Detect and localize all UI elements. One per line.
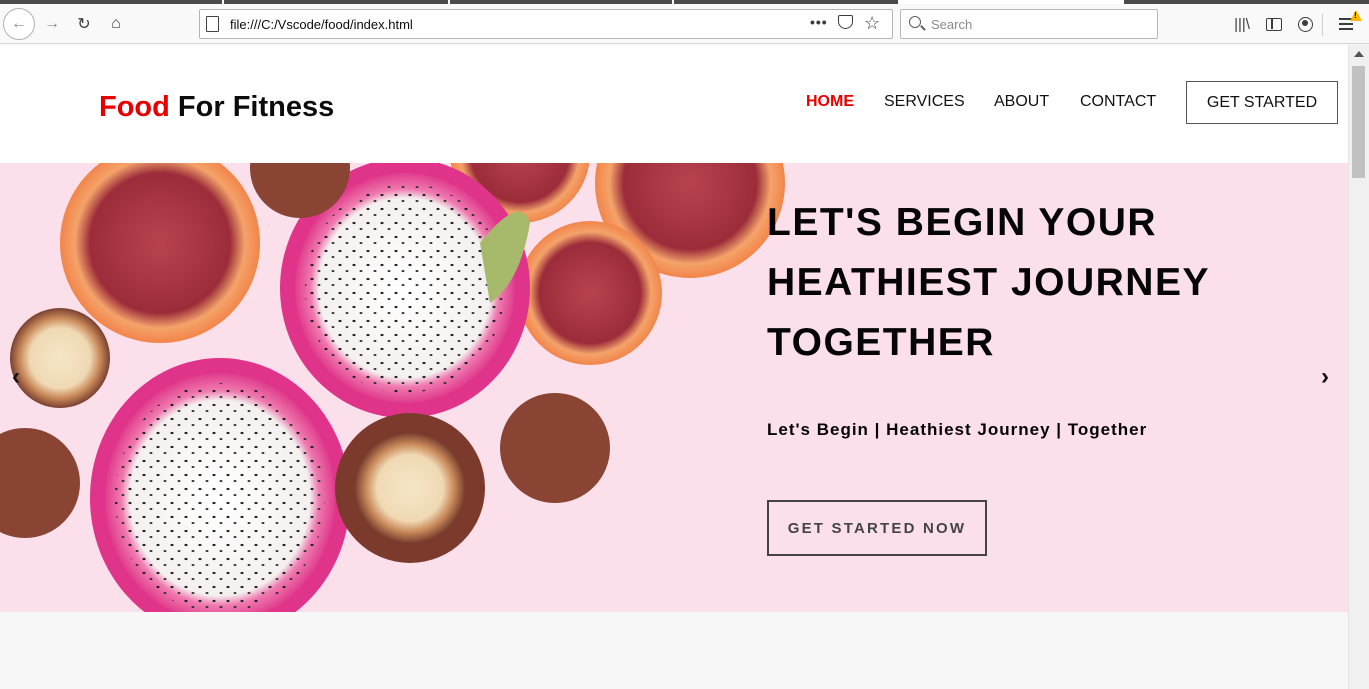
carousel-next-icon[interactable]: › (1321, 363, 1329, 391)
page-icon[interactable] (206, 16, 219, 32)
nav-link-home[interactable]: HOME (806, 93, 854, 111)
get-started-button[interactable]: GET STARTED (1186, 81, 1338, 124)
forward-icon[interactable]: → (37, 9, 67, 39)
carousel-prev-icon[interactable]: ‹ (12, 363, 20, 391)
logo-accent-text: Food (99, 91, 170, 123)
browser-toolbar: ← → ↻ ⌂ file:///C:/Vscode/food/index.htm… (0, 4, 1369, 44)
scroll-thumb[interactable] (1352, 66, 1365, 178)
get-started-now-button[interactable]: GET STARTED NOW (767, 500, 987, 556)
hero-title: LET'S BEGIN YOUR HEATHIEST JOURNEY TOGET… (767, 193, 1327, 373)
reload-icon[interactable]: ↻ (69, 9, 99, 39)
search-placeholder: Search (931, 17, 973, 32)
url-bar[interactable]: file:///C:/Vscode/food/index.html ••• ☆ (199, 9, 893, 39)
hero-banner: LET'S BEGIN YOUR HEATHIEST JOURNEY TOGET… (0, 163, 1348, 612)
account-icon[interactable] (1295, 14, 1315, 34)
nav-link-contact[interactable]: CONTACT (1080, 93, 1156, 111)
url-text[interactable]: file:///C:/Vscode/food/index.html (230, 17, 413, 32)
library-icon[interactable]: |||\ (1232, 14, 1252, 34)
hero-subtitle: Let's Begin | Heathiest Journey | Togeth… (767, 420, 1148, 439)
logo-text: For Fitness (169, 91, 335, 123)
hero-title-line: HEATHIEST JOURNEY (767, 261, 1210, 304)
pocket-icon[interactable] (838, 15, 853, 29)
more-icon[interactable]: ••• (810, 14, 828, 30)
page-scrollbar[interactable] (1348, 45, 1369, 689)
fruit-hero-image (0, 163, 800, 612)
sidebar-icon[interactable] (1264, 14, 1284, 34)
hero-title-line: LET'S BEGIN YOUR (767, 201, 1158, 244)
back-icon[interactable]: ← (3, 8, 35, 40)
toolbar-divider (1322, 14, 1323, 36)
nav-link-services[interactable]: SERVICES (884, 93, 965, 111)
bookmark-star-icon[interactable]: ☆ (864, 13, 880, 34)
page-viewport: Food For Fitness HOME SERVICES ABOUT CON… (0, 45, 1348, 689)
site-logo[interactable]: Food For Fitness (99, 91, 334, 124)
nav-link-about[interactable]: ABOUT (994, 93, 1049, 111)
site-header: Food For Fitness HOME SERVICES ABOUT CON… (0, 45, 1348, 163)
content-section (0, 612, 1348, 689)
home-icon[interactable]: ⌂ (101, 9, 131, 39)
scroll-up-icon[interactable] (1354, 51, 1364, 57)
search-input[interactable]: Search (900, 9, 1158, 39)
search-icon (909, 16, 921, 28)
hero-title-line: TOGETHER (767, 321, 995, 364)
warning-icon (1350, 10, 1362, 21)
